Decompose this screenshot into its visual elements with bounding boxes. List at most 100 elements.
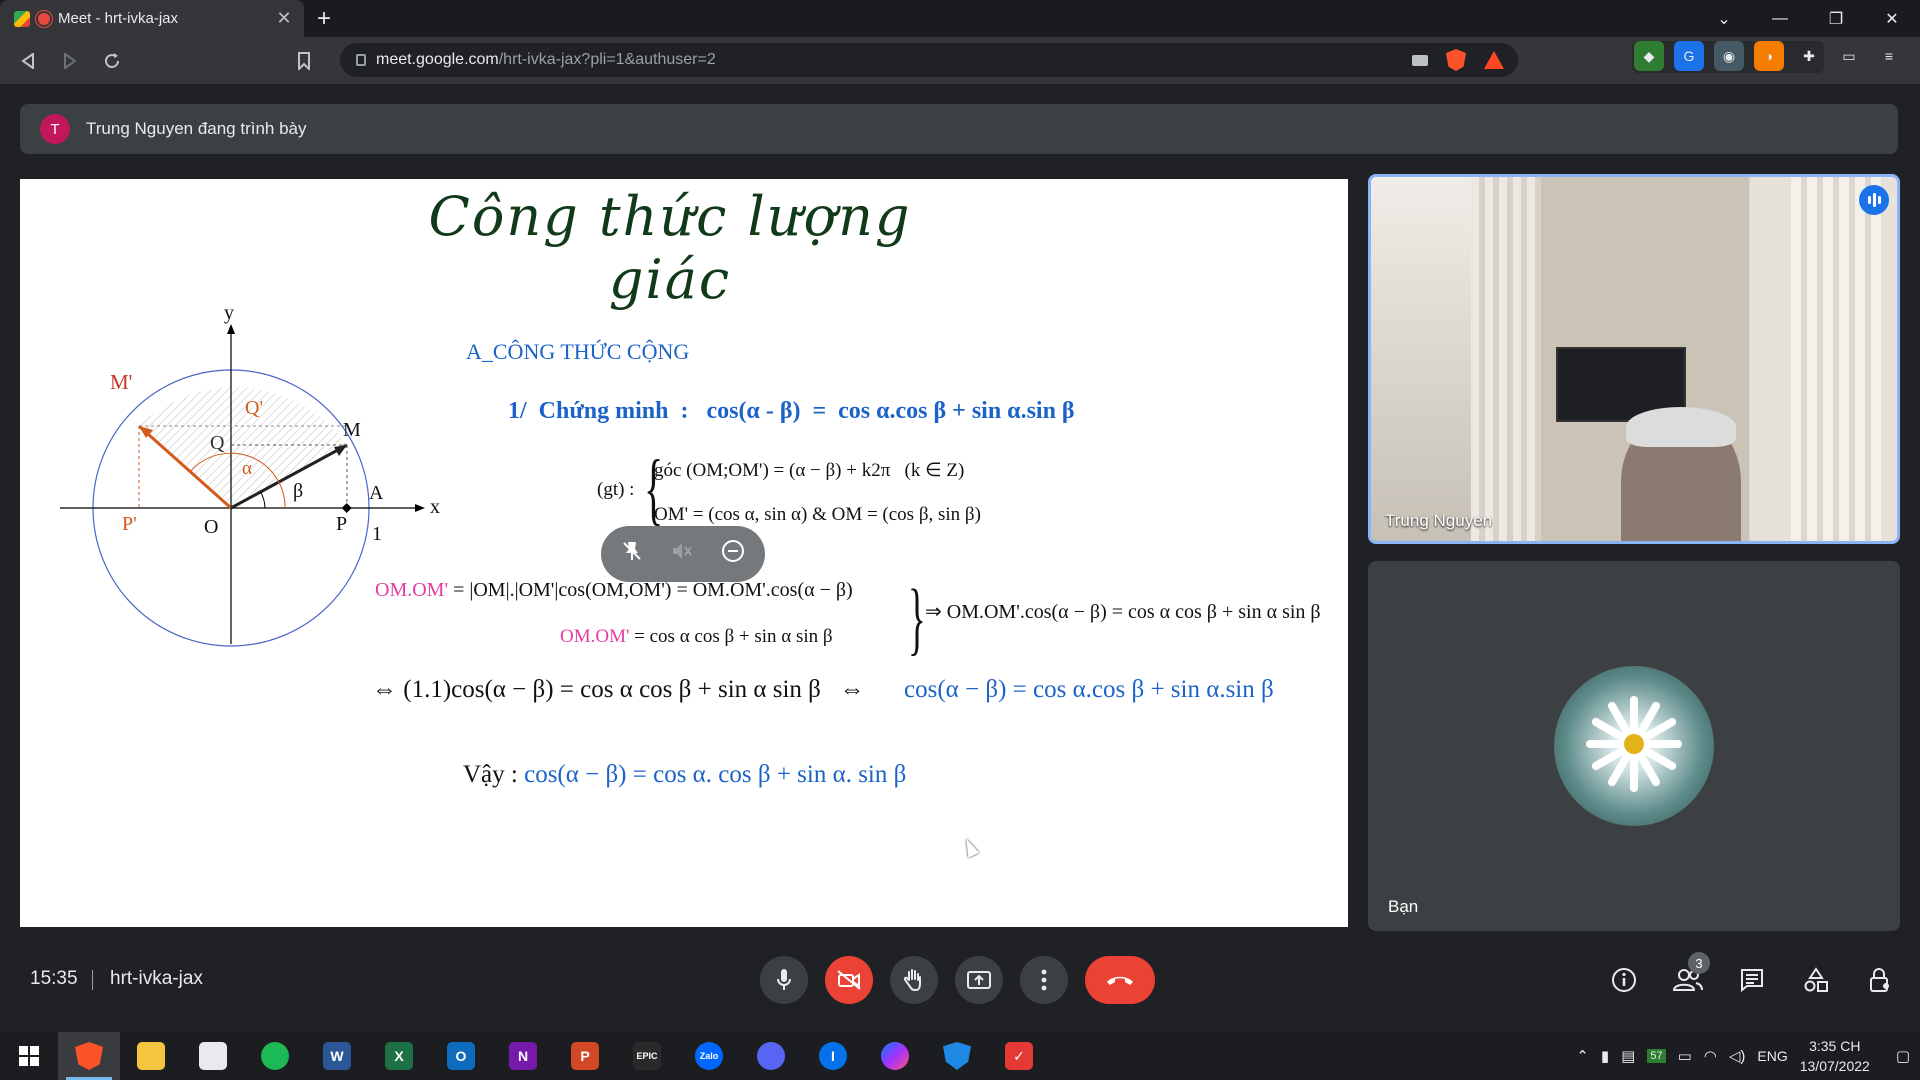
start-button[interactable] <box>0 1032 58 1080</box>
taskbar-file-explorer[interactable] <box>120 1032 182 1080</box>
folder-icon <box>137 1042 165 1070</box>
wifi-icon[interactable]: ◠ <box>1704 1047 1717 1065</box>
translate-extension-icon[interactable]: G <box>1674 41 1704 71</box>
chat-button[interactable] <box>1732 960 1772 1000</box>
present-screen-icon <box>967 971 991 989</box>
taskbar-discord[interactable] <box>740 1032 802 1080</box>
bookmark-icon[interactable] <box>286 43 322 79</box>
browser-tab-meet[interactable]: Meet - hrt-ivka-jax ✕ <box>0 0 304 37</box>
notifications-icon[interactable]: ▢ <box>1896 1047 1910 1065</box>
presenter-video-tile[interactable]: Trung Nguyen <box>1368 174 1900 544</box>
taskbar-app-red[interactable]: ✓ <box>988 1032 1050 1080</box>
minimize-button[interactable]: — <box>1752 0 1808 37</box>
extension-4-icon[interactable]: ◑ <box>1754 41 1784 71</box>
browser-toolbar: meet.google.com/hrt-ivka-jax?pli=1&authu… <box>0 37 1920 84</box>
given-label: (gt) : <box>597 479 635 500</box>
tray-app-icon[interactable]: ▤ <box>1621 1047 1635 1065</box>
diagram-label-o: O <box>204 516 218 538</box>
extensions-puzzle-icon[interactable]: ✚ <box>1794 41 1824 71</box>
self-tile-name: Bạn <box>1388 897 1419 916</box>
point-a-marker <box>341 503 352 513</box>
mouse-cursor-icon <box>960 836 980 858</box>
self-video-tile[interactable]: Bạn <box>1368 561 1900 931</box>
meeting-details-button[interactable] <box>1604 960 1644 1000</box>
section-heading: A_CÔNG THỨC CỘNG <box>466 339 690 364</box>
participants-button[interactable]: 3 <box>1668 952 1710 1000</box>
video-curtain-left <box>1471 177 1541 541</box>
brave-shields-icon[interactable] <box>1446 49 1466 71</box>
diagram-label-m: M <box>343 419 361 441</box>
meeting-side-controls: 3 <box>1604 952 1900 1000</box>
camera-off-icon <box>837 970 861 990</box>
taskbar-1password[interactable]: I <box>802 1032 864 1080</box>
taskbar-onenote[interactable]: N <box>492 1032 554 1080</box>
taskbar-excel[interactable]: X <box>368 1032 430 1080</box>
raise-hand-button[interactable] <box>890 956 938 1004</box>
self-avatar <box>1554 666 1714 826</box>
remove-icon[interactable] <box>721 539 745 569</box>
address-bar[interactable]: meet.google.com/hrt-ivka-jax?pli=1&authu… <box>340 43 1518 77</box>
tray-chevron-up-icon[interactable]: ⌃ <box>1576 1047 1589 1065</box>
new-tab-button[interactable]: + <box>304 0 344 37</box>
input-language[interactable]: ENG <box>1757 1048 1787 1064</box>
beta-arc <box>259 490 266 509</box>
microphone-button[interactable] <box>760 956 808 1004</box>
activities-button[interactable] <box>1796 960 1836 1000</box>
taskbar-epic-games[interactable]: EPIC <box>616 1032 678 1080</box>
tab-search-icon[interactable]: ⌄ <box>1696 0 1752 37</box>
unpin-icon[interactable] <box>621 540 643 568</box>
taskbar-word[interactable]: W <box>306 1032 368 1080</box>
taskbar-zalo[interactable]: Zalo <box>678 1032 740 1080</box>
mute-audio-icon[interactable] <box>670 540 694 568</box>
volume-icon[interactable]: ◁) <box>1729 1047 1746 1065</box>
taskbar-messenger[interactable] <box>864 1032 926 1080</box>
browser-menu-icon[interactable]: ≡ <box>1874 41 1904 71</box>
wallet-icon[interactable]: ▭ <box>1834 41 1864 71</box>
dot-product-line-1: OM.OM' = |OM|.|OM'|cos(OM,OM') = OM.OM'.… <box>375 579 853 602</box>
taskbar-store[interactable] <box>182 1032 244 1080</box>
tray-badge[interactable]: 57 <box>1647 1049 1666 1063</box>
presenter-avatar: T <box>40 114 70 144</box>
taskbar-outlook[interactable]: O <box>430 1032 492 1080</box>
more-vert-icon <box>1041 969 1047 991</box>
video-curtain-right <box>1791 177 1881 541</box>
close-window-button[interactable]: ✕ <box>1864 0 1920 37</box>
diagram-label-q-prime: Q' <box>245 397 263 419</box>
forward-button[interactable] <box>52 43 88 79</box>
battery-icon[interactable]: ▭ <box>1678 1047 1692 1065</box>
meet-favicon-icon <box>14 10 30 27</box>
more-options-button[interactable] <box>1020 956 1068 1004</box>
equivalence-line: ⇔ (1.1)cos(α − β) = cos α cos β + sin α … <box>372 676 865 703</box>
window-controls: ⌄ — ❐ ✕ <box>1696 0 1920 37</box>
host-controls-button[interactable] <box>1860 960 1900 1000</box>
leave-call-button[interactable] <box>1085 956 1155 1004</box>
camera-off-button[interactable] <box>825 956 873 1004</box>
tray-microphone-icon[interactable]: ▮ <box>1601 1047 1609 1065</box>
microphone-icon <box>777 969 791 990</box>
taskbar-spotify[interactable] <box>244 1032 306 1080</box>
discord-icon <box>757 1042 785 1070</box>
restore-button[interactable]: ❐ <box>1808 0 1864 37</box>
taskbar-brave[interactable] <box>58 1032 120 1080</box>
url-text: meet.google.com/hrt-ivka-jax?pli=1&authu… <box>376 51 716 69</box>
diagram-label-p: P <box>336 513 347 535</box>
url-host: meet.google.com <box>376 51 499 68</box>
present-screen-button[interactable] <box>955 956 1003 1004</box>
tab-close-icon[interactable]: ✕ <box>274 8 294 29</box>
spotify-icon <box>261 1042 289 1070</box>
reload-button[interactable] <box>94 43 130 79</box>
system-clock[interactable]: 3:35 CH 13/07/2022 <box>1800 1036 1870 1076</box>
extension-1-icon[interactable]: ◆ <box>1634 41 1664 71</box>
taskbar-vpn[interactable] <box>926 1032 988 1080</box>
extension-3-icon[interactable]: ◉ <box>1714 41 1744 71</box>
meeting-controls-bar: 15:35 hrt-ivka-jax 3 <box>0 948 1920 1012</box>
info-icon <box>1612 968 1636 992</box>
messenger-icon <box>881 1042 909 1070</box>
lock-person-icon <box>1870 968 1889 992</box>
x-axis-arrow <box>415 504 425 512</box>
camera-in-use-icon[interactable] <box>1412 54 1428 66</box>
brave-rewards-icon[interactable] <box>1484 51 1504 69</box>
back-button[interactable] <box>10 43 46 79</box>
dot-product-term-1: OM.OM' <box>375 579 449 601</box>
taskbar-powerpoint[interactable]: P <box>554 1032 616 1080</box>
